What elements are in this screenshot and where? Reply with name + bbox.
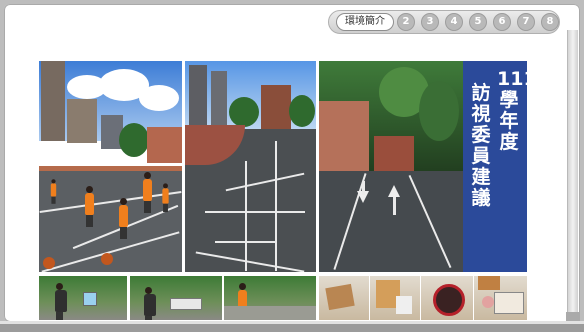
thumb-4[interactable] <box>319 276 369 320</box>
thumb-7[interactable] <box>474 276 527 320</box>
lane-road-photo <box>319 61 463 272</box>
title-panel: 111學年度 訪視委員建議 <box>463 61 537 272</box>
thumb-5[interactable] <box>370 276 420 320</box>
nav-page-2[interactable]: 2 <box>397 13 415 31</box>
bottom-bar <box>0 321 584 332</box>
page-nav: 環境簡介 2 3 4 5 6 7 8 <box>328 10 560 34</box>
title-line-2: 訪視委員建議 <box>471 82 491 209</box>
thumb-2[interactable] <box>130 276 222 320</box>
nav-page-4[interactable]: 4 <box>445 13 463 31</box>
title-line-1: 111學年度 <box>497 68 537 153</box>
thumb-6[interactable] <box>421 276 473 320</box>
nav-page-3[interactable]: 3 <box>421 13 439 31</box>
traffic-park-photo <box>185 61 316 272</box>
basketball-court-photo <box>39 61 182 272</box>
thumb-1[interactable] <box>39 276 127 320</box>
nav-item-active[interactable]: 環境簡介 <box>336 13 394 31</box>
nav-page-6[interactable]: 6 <box>493 13 511 31</box>
nav-page-5[interactable]: 5 <box>469 13 487 31</box>
nav-page-8[interactable]: 8 <box>541 13 559 31</box>
thumb-3[interactable] <box>224 276 316 320</box>
nav-page-7[interactable]: 7 <box>517 13 535 31</box>
right-rail <box>566 30 580 322</box>
